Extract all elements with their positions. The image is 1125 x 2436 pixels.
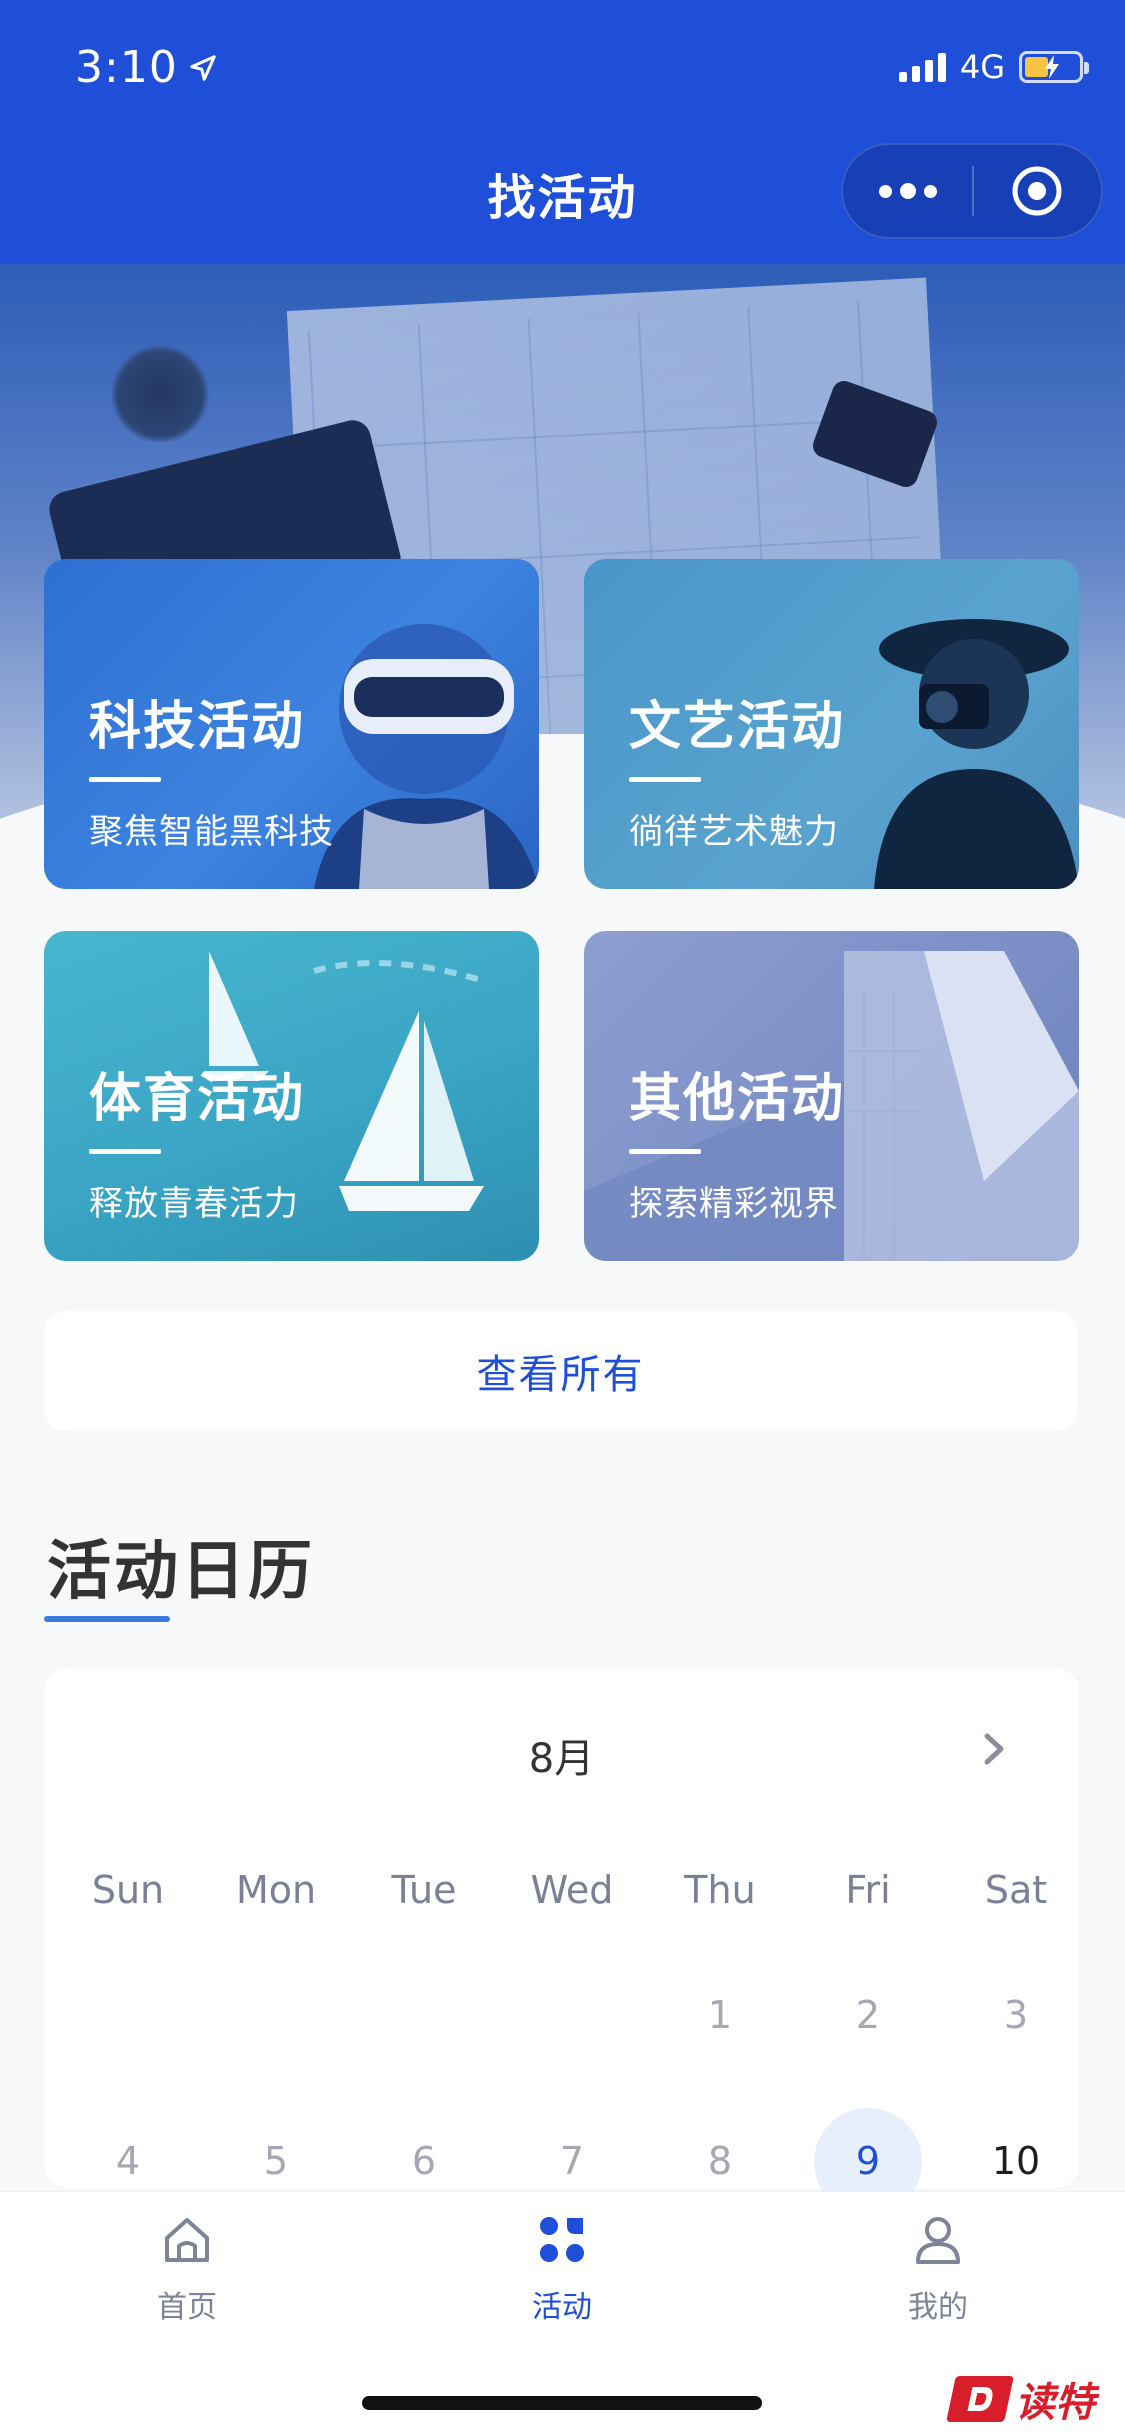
- category-subtitle: 探索精彩视界: [629, 1184, 839, 1224]
- calendar-day[interactable]: 2: [794, 1965, 942, 2065]
- category-title: 文艺活动: [629, 697, 846, 757]
- tab-activity[interactable]: 活动: [462, 2212, 662, 2326]
- target-close-icon: [1012, 166, 1062, 216]
- battery-icon: [1019, 51, 1089, 83]
- tab-label: 我的: [908, 2290, 968, 2325]
- chevron-right-icon[interactable]: [979, 1730, 1009, 1768]
- category-subtitle: 徜徉艺术魅力: [629, 812, 839, 852]
- calendar-month: 8月: [528, 1736, 595, 1782]
- tab-mine[interactable]: 我的: [838, 2212, 1038, 2326]
- calendar-day[interactable]: 1: [646, 1965, 794, 2065]
- tab-label: 首页: [157, 2290, 217, 2325]
- miniprogram-capsule: [841, 143, 1103, 239]
- home-indicator: [362, 2396, 762, 2410]
- weekday-label: Wed: [530, 1868, 614, 1912]
- weekday-label: Tue: [391, 1868, 457, 1912]
- hero-plant-image: [110, 344, 210, 444]
- photographer-image: [874, 619, 1079, 889]
- close-miniprogram-button[interactable]: [974, 145, 1101, 237]
- calendar-day[interactable]: 3: [942, 1965, 1090, 2065]
- network-type: 4G: [959, 48, 1005, 86]
- watermark-text: 读特: [1015, 2380, 1095, 2426]
- category-title: 体育活动: [89, 1069, 306, 1129]
- more-dot-icon: [878, 184, 892, 198]
- location-arrow-icon: [190, 54, 216, 81]
- status-time-text: 3:10: [75, 42, 178, 93]
- category-card-other[interactable]: 其他活动 探索精彩视界: [584, 931, 1079, 1261]
- home-icon: [165, 2218, 209, 2262]
- view-all-button[interactable]: 查看所有: [44, 1311, 1077, 1431]
- tab-home[interactable]: 首页: [87, 2212, 287, 2326]
- status-indicators: 4G: [898, 48, 1089, 86]
- category-title: 科技活动: [89, 697, 306, 757]
- weekday-label: Sat: [984, 1868, 1048, 1912]
- category-title-underline: [629, 1149, 701, 1154]
- watermark-d-icon: [946, 2376, 1014, 2422]
- activity-calendar: 8月 Sun Mon Tue Wed Thu Fri Sat 1 2 3 4 5…: [44, 1668, 1079, 2216]
- category-subtitle: 释放青春活力: [89, 1184, 299, 1224]
- app-header: 3:10 4G 找活动: [0, 0, 1125, 264]
- category-title-underline: [629, 777, 701, 782]
- category-card-sports[interactable]: 体育活动 释放青春活力: [44, 931, 539, 1261]
- person-icon: [916, 2217, 960, 2264]
- watermark-logo: 读特: [946, 2370, 1095, 2428]
- more-dot-icon: [899, 183, 916, 199]
- section-title-calendar: 活动日历: [47, 1535, 315, 1609]
- category-title: 其他活动: [629, 1069, 846, 1129]
- weekday-label: Mon: [235, 1868, 317, 1912]
- more-dot-icon: [923, 184, 937, 198]
- status-time: 3:10: [75, 42, 218, 93]
- activity-grid-icon: [540, 2217, 584, 2262]
- tab-label: 活动: [532, 2290, 592, 2325]
- more-options-button[interactable]: [843, 145, 972, 237]
- category-title-underline: [89, 1149, 161, 1154]
- category-card-tech[interactable]: 科技活动 聚焦智能黑科技: [44, 559, 539, 889]
- weekday-label: Fri: [845, 1868, 891, 1912]
- weekday-label: Sun: [91, 1868, 165, 1912]
- section-title-underline: [44, 1616, 170, 1622]
- signal-icon: [898, 52, 946, 82]
- weekday-label: Thu: [684, 1868, 756, 1912]
- category-card-arts[interactable]: 文艺活动 徜徉艺术魅力: [584, 559, 1079, 889]
- category-subtitle: 聚焦智能黑科技: [89, 812, 334, 852]
- category-title-underline: [89, 777, 161, 782]
